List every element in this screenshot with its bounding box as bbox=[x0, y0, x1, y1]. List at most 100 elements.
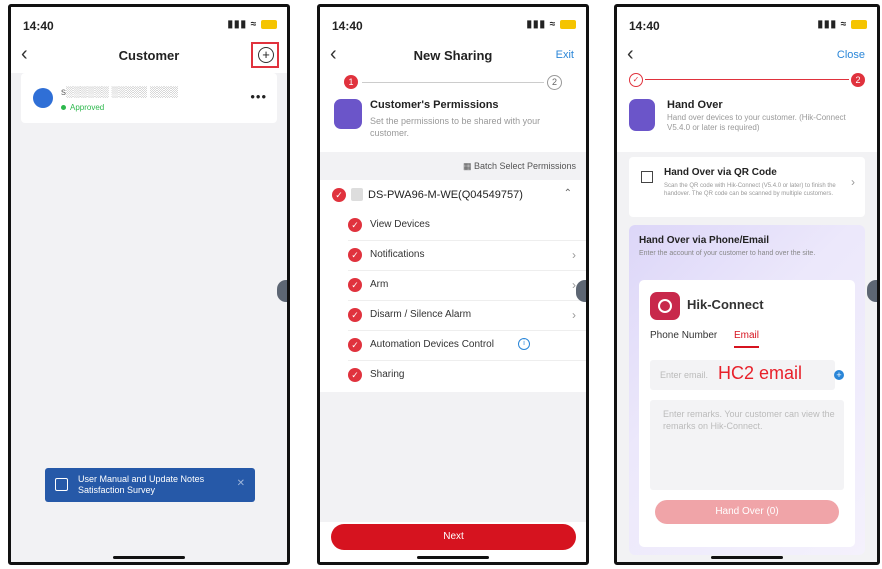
phone-screen-customer: 14:40 ▮▮▮ ≈ ‹ Customer + s░░░░░░ ░░░░░ ░… bbox=[8, 4, 290, 565]
status-bar: 14:40 ▮▮▮ ≈ bbox=[11, 7, 287, 41]
banner-line-1: User Manual and Update Notes bbox=[78, 474, 205, 484]
permission-list: ✓ View Devices ✓ Notifications › ✓ Arm ›… bbox=[320, 210, 586, 392]
hik-connect-logo bbox=[650, 292, 680, 320]
device-name: DS-PWA96-M-WE(Q04549757) bbox=[368, 189, 523, 201]
check-icon[interactable]: ✓ bbox=[348, 218, 362, 232]
chevron-right-icon: › bbox=[851, 175, 855, 189]
email-placeholder: Enter email. bbox=[660, 370, 709, 380]
step-line bbox=[362, 82, 544, 83]
floating-side-tab[interactable] bbox=[576, 280, 586, 302]
add-account-icon[interactable]: + bbox=[834, 370, 844, 380]
email-input[interactable]: Enter email. HC2 email bbox=[650, 360, 835, 390]
home-indicator bbox=[711, 556, 783, 559]
status-bar: 14:40 ▮▮▮ ≈ bbox=[320, 7, 586, 41]
permission-label: Disarm / Silence Alarm bbox=[370, 309, 472, 320]
batch-select-row: ▦ Batch Select Permissions bbox=[320, 152, 586, 180]
batch-select-label: Batch Select Permissions bbox=[473, 161, 576, 171]
brand-name: Hik-Connect bbox=[687, 297, 764, 312]
check-icon[interactable]: ✓ bbox=[348, 338, 362, 352]
device-thumbnail bbox=[351, 188, 363, 201]
qr-code-icon bbox=[641, 171, 653, 183]
plus-circle-icon: + bbox=[258, 47, 274, 63]
close-icon[interactable]: ✕ bbox=[237, 478, 245, 489]
permission-item-arm[interactable]: ✓ Arm › bbox=[348, 270, 586, 301]
survey-icon bbox=[55, 478, 68, 491]
permission-label: Sharing bbox=[370, 369, 405, 380]
collapse-icon[interactable]: ⌃ bbox=[564, 188, 572, 199]
phone-email-card: Hand Over via Phone/Email Enter the acco… bbox=[629, 225, 865, 555]
step-line bbox=[645, 79, 849, 80]
permission-item-view-devices[interactable]: ✓ View Devices bbox=[348, 210, 586, 241]
page-subtitle: Hand over devices to your customer. (Hik… bbox=[667, 113, 846, 132]
close-button[interactable]: Close bbox=[837, 49, 865, 61]
signal-wifi-battery-icons: ▮▮▮ ≈ bbox=[526, 19, 576, 30]
step-1-indicator: 1 bbox=[344, 75, 358, 89]
section-title: Customer's Permissions bbox=[370, 99, 499, 111]
hand-over-button[interactable]: Hand Over (0) bbox=[655, 500, 839, 524]
home-indicator bbox=[417, 556, 489, 559]
qr-subtitle: Scan the QR code with Hik-Connect (V5.4.… bbox=[664, 183, 836, 197]
status-time: 14:40 bbox=[23, 19, 54, 33]
permission-label: Automation Devices Control bbox=[370, 339, 494, 350]
device-check-icon[interactable]: ✓ bbox=[332, 188, 346, 202]
batch-select-permissions-button[interactable]: ▦ Batch Select Permissions bbox=[463, 161, 576, 172]
status-time: 14:40 bbox=[629, 19, 660, 33]
exit-button[interactable]: Exit bbox=[556, 49, 574, 61]
check-icon[interactable]: ✓ bbox=[348, 308, 362, 322]
step-2-indicator: 2 bbox=[851, 73, 865, 87]
chevron-right-icon: › bbox=[572, 248, 576, 262]
step-progress: 1 2 bbox=[344, 75, 562, 91]
signal-wifi-battery-icons: ▮▮▮ ≈ bbox=[817, 19, 867, 30]
floating-side-tab[interactable] bbox=[277, 280, 287, 302]
survey-banner[interactable]: User Manual and Update Notes Satisfactio… bbox=[45, 468, 255, 502]
remarks-field[interactable]: Enter remarks. Your customer can view th… bbox=[650, 400, 844, 490]
info-icon[interactable]: i bbox=[518, 338, 530, 350]
qr-code-option[interactable]: Hand Over via QR Code Scan the QR code w… bbox=[629, 157, 865, 217]
floating-side-tab[interactable] bbox=[867, 280, 877, 302]
tab-email[interactable]: Email bbox=[734, 330, 760, 348]
more-icon[interactable]: ••• bbox=[250, 89, 267, 104]
permission-item-notifications[interactable]: ✓ Notifications › bbox=[348, 240, 586, 271]
remarks-placeholder: Enter remarks. Your customer can view th… bbox=[663, 409, 835, 431]
permission-label: View Devices bbox=[370, 219, 430, 230]
page-title: New Sharing bbox=[413, 48, 493, 63]
check-icon[interactable]: ✓ bbox=[348, 248, 362, 262]
status-bar: 14:40 ▮▮▮ ≈ bbox=[617, 7, 877, 41]
permission-item-automation[interactable]: ✓ Automation Devices Control i bbox=[348, 330, 586, 361]
permission-item-sharing[interactable]: ✓ Sharing bbox=[348, 360, 586, 390]
status-badge: Approved bbox=[70, 103, 105, 112]
customer-card[interactable]: s░░░░░░ ░░░░░ ░░░░ Approved ••• bbox=[21, 73, 277, 123]
nav-bar: ‹ New Sharing Exit bbox=[320, 41, 586, 73]
step-progress: ✓ 2 bbox=[629, 73, 865, 89]
device-row[interactable]: ✓ DS-PWA96-M-WE(Q04549757) ⌃ bbox=[320, 180, 586, 210]
home-indicator bbox=[113, 556, 185, 559]
grid-icon: ▦ bbox=[462, 161, 474, 171]
status-time: 14:40 bbox=[332, 19, 363, 33]
account-form: Hik-Connect Phone Number Email Enter ema… bbox=[639, 280, 855, 547]
banner-line-2: Satisfaction Survey bbox=[78, 485, 156, 495]
chevron-right-icon: › bbox=[572, 308, 576, 322]
back-icon[interactable]: ‹ bbox=[627, 43, 634, 66]
approved-dot-icon bbox=[61, 105, 66, 110]
permission-item-disarm[interactable]: ✓ Disarm / Silence Alarm › bbox=[348, 300, 586, 331]
permissions-icon bbox=[334, 99, 362, 129]
qr-title: Hand Over via QR Code bbox=[664, 167, 777, 178]
nav-bar: ‹ Customer + bbox=[11, 41, 287, 73]
check-icon[interactable]: ✓ bbox=[348, 278, 362, 292]
phone-screen-hand-over: 14:40 ▮▮▮ ≈ ‹ Close ✓ 2 Hand Over Hand o… bbox=[614, 4, 880, 565]
permission-label: Notifications bbox=[370, 249, 425, 260]
nav-bar: ‹ Close bbox=[617, 41, 877, 73]
phone-email-title: Hand Over via Phone/Email bbox=[639, 235, 770, 246]
customer-name: s░░░░░░ ░░░░░ ░░░░ bbox=[61, 87, 178, 98]
hand-over-icon bbox=[629, 99, 655, 131]
page-title: Hand Over bbox=[667, 99, 723, 111]
signal-wifi-battery-icons: ▮▮▮ ≈ bbox=[227, 19, 277, 30]
phone-email-subtitle: Enter the account of your customer to ha… bbox=[639, 250, 816, 257]
tab-phone-number[interactable]: Phone Number bbox=[650, 330, 717, 341]
add-customer-button[interactable]: + bbox=[251, 42, 279, 68]
avatar bbox=[33, 88, 53, 108]
page-title: Customer bbox=[118, 48, 180, 63]
check-icon[interactable]: ✓ bbox=[348, 368, 362, 382]
next-button[interactable]: Next bbox=[331, 524, 576, 550]
phone-screen-new-sharing: 14:40 ▮▮▮ ≈ ‹ New Sharing Exit 1 2 Custo… bbox=[317, 4, 589, 565]
